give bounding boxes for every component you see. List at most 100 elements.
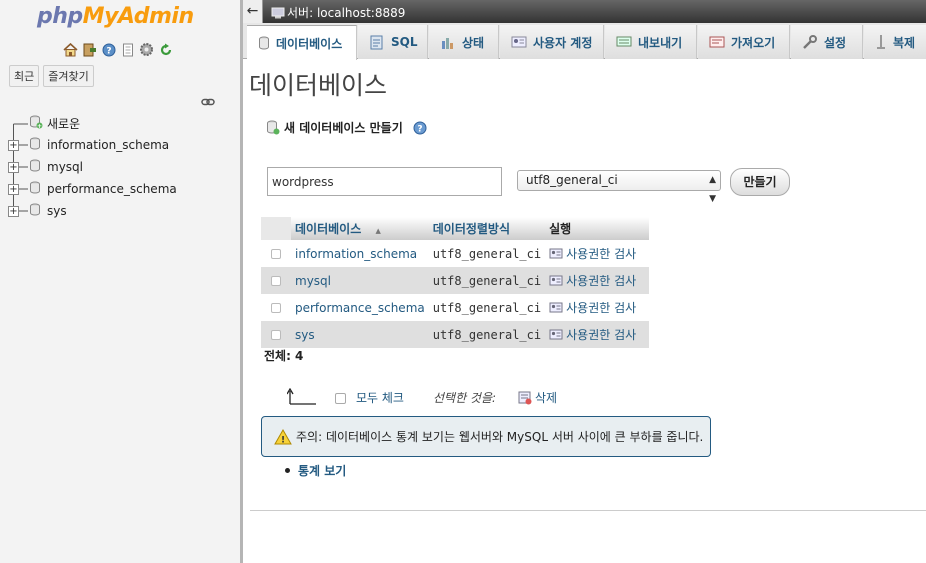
check-privileges-link[interactable]: 사용권한 검사 [549,245,645,262]
row-checkbox[interactable] [271,275,281,286]
export-icon [616,36,632,47]
privileges-icon [549,302,563,313]
recent-button[interactable]: 최근 [9,65,40,87]
logo-php: php [37,4,83,29]
database-link[interactable]: mysql [295,274,331,288]
select-arrow-icon [287,388,317,406]
databases-table: 데이터베이스 ▲ 데이터정렬방식 실행 information_schema u… [261,217,650,348]
table-row: sys utf8_general_ci 사용권한 검사 [261,321,650,348]
check-all-label[interactable]: 모두 체크 [356,389,404,406]
table-row: mysql utf8_general_ci 사용권한 검사 [261,267,650,294]
sort-by-database-link[interactable]: 데이터베이스 [295,222,361,236]
database-link[interactable]: sys [295,328,315,342]
tab-replication[interactable]: 복제 [864,25,926,59]
tree-label-db: mysql [47,160,83,174]
import-icon [709,36,725,48]
tab-user-accounts[interactable]: 사용자 계정 [500,25,604,59]
server-label-text: 서버: localhost:8889 [287,6,406,20]
row-checkbox-cell [261,321,291,348]
tab-import[interactable]: 가져오기 [698,25,790,59]
help-icon[interactable]: ? [100,42,117,57]
row-checkbox-cell [261,267,291,294]
privileges-icon [549,275,563,286]
tab-sql[interactable]: SQL [358,25,428,59]
server-icon [271,7,285,18]
row-checkbox[interactable] [271,329,281,340]
tab-label: 가져오기 [731,35,776,50]
collation-select[interactable]: utf8_general_ci ▲ ▼ [517,170,721,204]
docs-icon[interactable] [119,42,136,57]
expand-icon[interactable]: + [8,205,19,217]
action-cell: 사용권한 검사 [545,321,650,348]
home-icon[interactable] [62,42,79,57]
main-tabs: 데이터베이스 SQL 상태 사용자 계정 내보내기 가져오기 설정 복제 [243,23,926,60]
database-name-input[interactable] [267,167,502,196]
database-icon [29,203,41,219]
database-name-cell: information_schema [291,240,429,267]
help-icon[interactable]: ? [413,121,427,135]
header-database[interactable]: 데이터베이스 ▲ [291,217,429,240]
navigation-sidebar: phpMyAdmin ? 최근 즐겨찾기 + 새로운 + information… [0,0,240,563]
database-link[interactable]: performance_schema [295,301,425,315]
check-privileges-link[interactable]: 사용권한 검사 [549,326,645,343]
tab-settings[interactable]: 설정 [791,25,863,59]
expand-icon[interactable]: + [8,183,19,195]
row-checkbox[interactable] [271,302,281,313]
database-link[interactable]: information_schema [295,247,417,261]
database-icon [29,159,41,175]
create-database-heading: 새 데이터베이스 만들기 ? [266,119,427,136]
stats-list-item: 통계 보기 [285,462,346,479]
tab-databases[interactable]: 데이터베이스 [247,25,357,60]
collation-cell: utf8_general_ci [428,267,546,294]
tab-label: 내보내기 [638,35,683,50]
check-all-checkbox[interactable] [335,393,346,404]
link-icon[interactable] [201,96,215,110]
expand-icon[interactable]: + [8,139,19,151]
reload-icon[interactable] [157,42,174,57]
tab-label: SQL [391,35,418,49]
logo-myadmin: MyAdmin [82,4,194,29]
warning-icon: ! [274,428,292,445]
collation-cell: utf8_general_ci [428,321,546,348]
collation-cell: utf8_general_ci [428,294,546,321]
tab-export[interactable]: 내보내기 [605,25,697,59]
logout-icon[interactable] [81,42,98,57]
divider-line [250,510,926,511]
drop-button[interactable]: 삭제 [518,389,557,406]
collation-selected-value: utf8_general_ci [526,173,618,187]
create-database-label: 새 데이터베이스 만들기 [284,121,403,135]
top-breadcrumb-bar: ← 서버: localhost:8889 [243,0,926,23]
tree-label-db: sys [47,204,67,218]
check-privileges-link[interactable]: 사용권한 검사 [549,299,645,316]
collapse-sidebar-button[interactable]: ← [243,0,263,23]
tree-label-new: 새로운 [47,116,81,131]
privileges-icon [549,329,563,340]
settings-icon[interactable] [138,42,155,57]
tab-label: 상태 [462,35,485,50]
breadcrumb-server[interactable]: 서버: localhost:8889 [271,4,405,21]
sidebar-icon-bar: ? [62,42,174,57]
tab-label: 데이터베이스 [276,36,343,51]
sidebar-resizer[interactable] [240,0,243,563]
enable-statistics-link[interactable]: 통계 보기 [298,462,346,479]
page-title: 데이터베이스 [249,71,388,100]
tree-label-db: information_schema [47,138,170,152]
notice-box: ! 주의: 데이터베이스 통계 보기는 웹서버와 MySQL 서버 사이에 큰 … [261,416,711,457]
header-collation[interactable]: 데이터정렬방식 [428,217,546,240]
row-checkbox[interactable] [271,248,281,259]
check-privileges-link[interactable]: 사용권한 검사 [549,272,645,289]
favorites-button[interactable]: 즐겨찾기 [43,65,94,87]
phpmyadmin-logo[interactable]: phpMyAdmin [37,4,194,29]
action-cell: 사용권한 검사 [545,240,650,267]
create-database-button[interactable]: 만들기 [730,168,790,196]
database-name-cell: performance_schema [291,294,429,321]
database-icon [259,36,269,50]
table-row: information_schema utf8_general_ci 사용권한 … [261,240,650,267]
expand-icon[interactable]: + [8,161,19,173]
new-database-icon: + [29,115,43,132]
svg-text:?: ? [106,46,111,56]
sort-by-collation-link[interactable]: 데이터정렬방식 [433,222,510,236]
tab-status[interactable]: 상태 [429,25,499,59]
table-row: performance_schema utf8_general_ci 사용권한 … [261,294,650,321]
drop-label: 삭제 [535,391,558,405]
